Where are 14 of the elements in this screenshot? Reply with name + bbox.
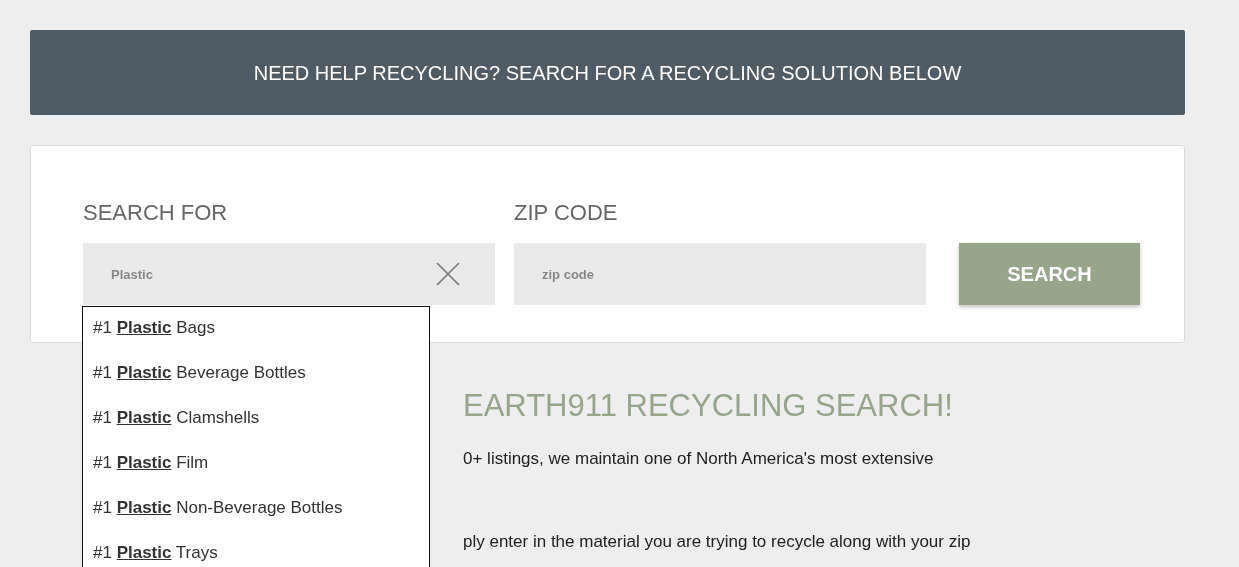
intro-text: ply enter in the material you are trying to recycle along with your zip: [463, 531, 972, 553]
intro-text: 0+ listings, we maintain one of North America's most extensive: [463, 447, 935, 470]
clear-icon[interactable]: [435, 261, 461, 287]
suggestion-item[interactable]: #1 Plastic Non-Beverage Bottles: [83, 495, 429, 540]
suggestion-item[interactable]: #1 Plastic Clamshells: [83, 405, 429, 450]
search-label: SEARCH FOR: [83, 199, 229, 227]
suggestion-item[interactable]: #1 Plastic Bags: [83, 315, 429, 360]
banner: NEED HELP RECYCLING? SEARCH FOR A RECYCLING SOLUTION BELOW: [30, 30, 1185, 115]
zip-label: ZIP CODE: [514, 199, 619, 227]
section-heading: EARTH911 RECYCLING SEARCH!: [463, 387, 954, 425]
zip-field[interactable]: zip code: [514, 243, 926, 305]
suggestion-item[interactable]: #1 Plastic Film: [83, 450, 429, 495]
suggestion-item[interactable]: #1 Plastic Beverage Bottles: [83, 360, 429, 405]
suggestion-item[interactable]: #1 Plastic Trays: [83, 540, 429, 567]
